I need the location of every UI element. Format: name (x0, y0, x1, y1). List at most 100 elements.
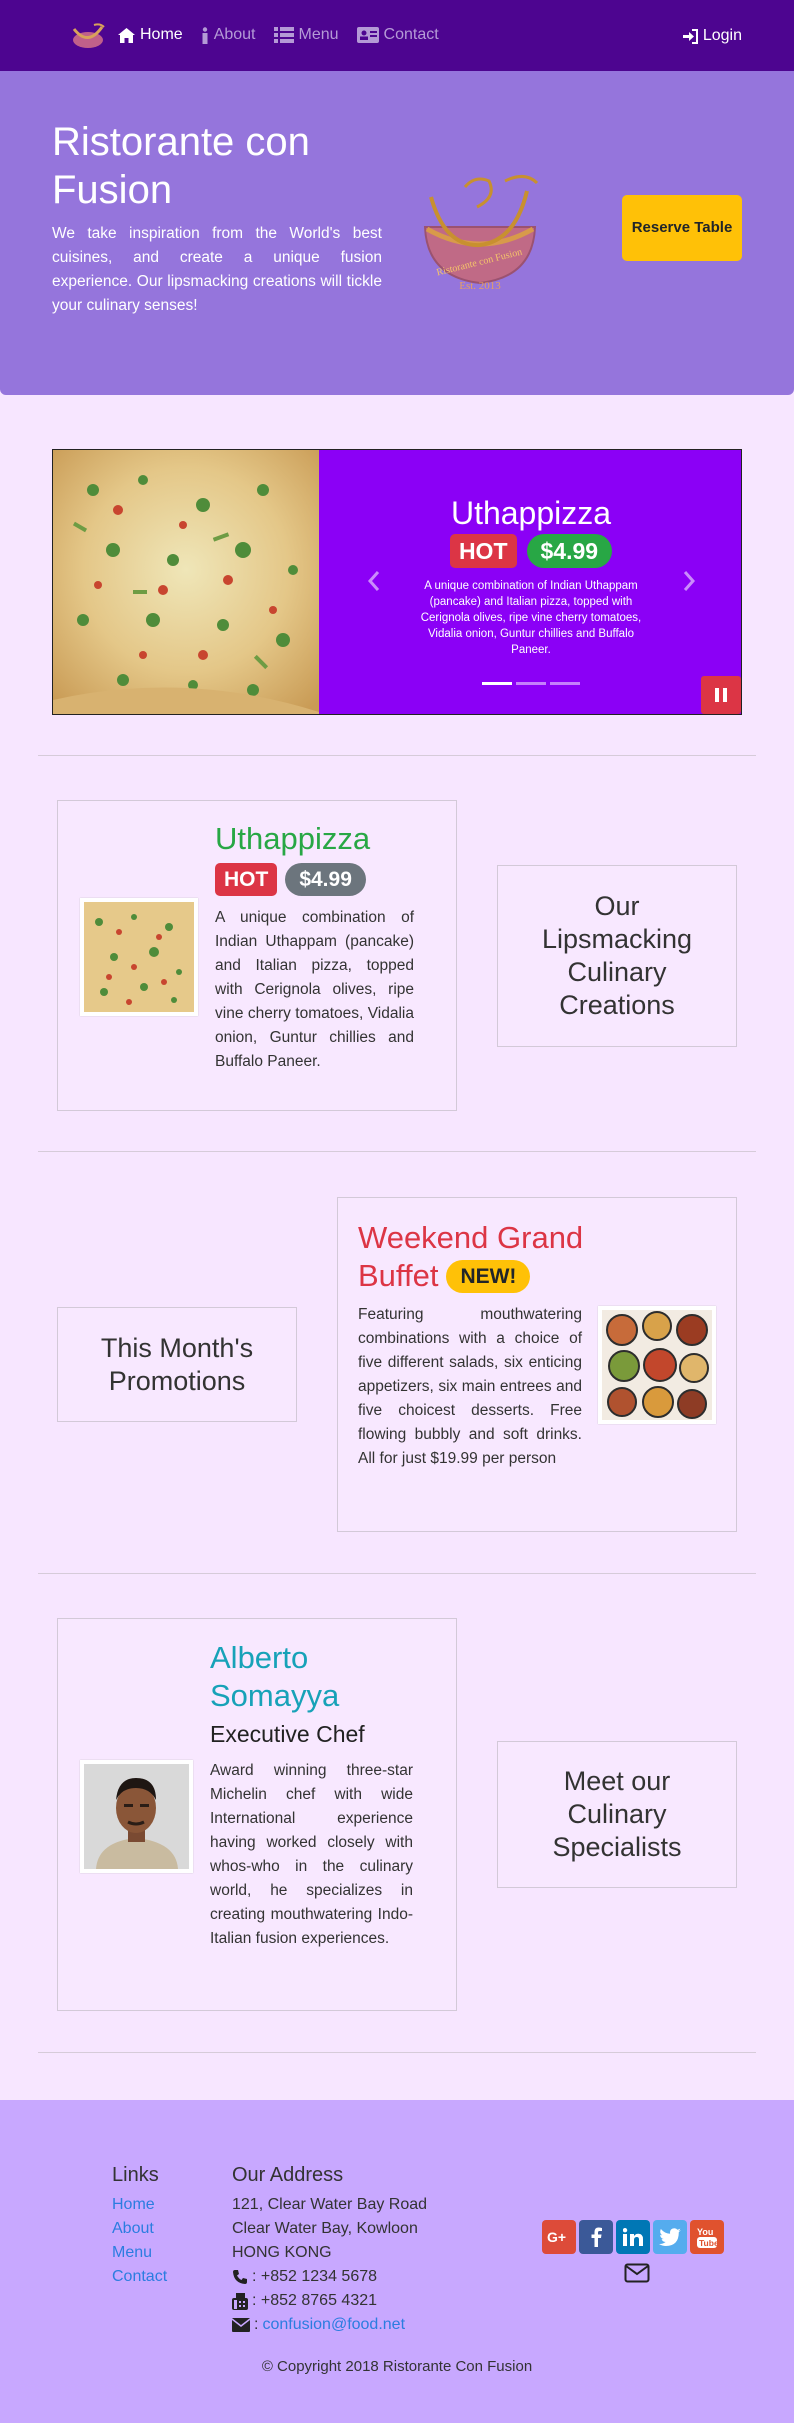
dish-badges: HOT $4.99 (215, 863, 366, 896)
carousel-next-button[interactable] (679, 570, 699, 594)
divider (38, 2052, 756, 2053)
new-badge: NEW! (446, 1259, 531, 1293)
dish-description: A unique combination of Indian Uthappam … (215, 909, 414, 1070)
footer-link-home[interactable]: Home (112, 2193, 155, 2218)
dish-section-label-text: Our Lipsmacking Culinary Creations (541, 891, 693, 1020)
dish-image (80, 898, 198, 1016)
navbar: Home About Menu Contact Login (0, 0, 794, 71)
address-line: HONG KONG (232, 2244, 332, 2261)
jumbotron: Ristorante con Fusion We take inspiratio… (0, 71, 794, 395)
jumbotron-text: We take inspiration from the World's bes… (52, 225, 382, 314)
address-card-icon (356, 27, 379, 44)
promotion-title-row: Buffet NEW! (358, 1257, 531, 1295)
carousel: Uthappizza HOT $4.99 A unique combinatio… (52, 449, 742, 715)
youtube-button[interactable]: You Tube (690, 2220, 724, 2254)
carousel-text: A unique combination of Indian Uthappam … (420, 580, 642, 656)
list-icon (273, 27, 294, 44)
address-line: Clear Water Bay, Kowloon (232, 2220, 418, 2237)
dish-section-label: Our Lipsmacking Culinary Creations (497, 865, 737, 1047)
twitter-icon (659, 2228, 681, 2246)
email-line: : confusion@food.net (232, 2313, 405, 2338)
carousel-image (53, 450, 319, 714)
carousel-caption: Uthappizza HOT $4.99 A unique combinatio… (319, 450, 741, 714)
nav-about[interactable]: About (201, 23, 256, 48)
carousel-prev-button[interactable] (364, 570, 384, 594)
nav-home-label: Home (140, 26, 183, 44)
promotion-description: Featuring mouthwatering combinations wit… (358, 1306, 582, 1467)
facebook-button[interactable] (579, 2220, 613, 2254)
pause-icon (715, 688, 727, 702)
leader-image (80, 1760, 193, 1873)
nav-contact-label: Contact (383, 26, 439, 44)
carousel-indicator[interactable] (482, 682, 512, 685)
dish-hot-badge: HOT (215, 863, 278, 896)
email-prefix: : (254, 2316, 259, 2333)
copyright: © Copyright 2018 Ristorante Con Fusion (261, 2358, 533, 2375)
carousel-indicator[interactable] (550, 682, 580, 685)
envelope-icon (232, 2318, 250, 2333)
promotion-title-line2: Buffet (358, 1258, 439, 1293)
leader-description: Award winning three-star Michelin chef w… (210, 1762, 413, 1947)
facebook-icon (591, 2227, 602, 2247)
logo-est: Est. 2013 (459, 280, 501, 292)
svg-text:G+: G+ (547, 2229, 566, 2245)
fax-line: : +852 8765 4321 (232, 2289, 377, 2314)
carousel-pause-button[interactable] (701, 676, 741, 714)
nav-home[interactable]: Home (118, 23, 183, 48)
divider (38, 755, 756, 756)
google-plus-icon: G+ (547, 2229, 566, 2245)
jumbotron-title: Ristorante con Fusion (52, 120, 310, 212)
hot-badge: HOT (449, 534, 517, 568)
leader-card: Alberto Somayya Executive Chef Award win… (57, 1618, 457, 2011)
nav-menu-label: Menu (298, 26, 339, 44)
phone-number: : +852 1234 5678 (252, 2268, 378, 2285)
restaurant-logo: Ristorante con Fusion Est. 2013 (423, 175, 539, 292)
brand-logo-icon[interactable] (66, 21, 110, 51)
login-label: Login (702, 27, 742, 44)
home-icon (118, 27, 135, 43)
footer-link-contact[interactable]: Contact (112, 2265, 167, 2290)
carousel-title: Uthappizza (450, 495, 612, 531)
nav-menu[interactable]: Menu (273, 23, 339, 48)
carousel-indicator[interactable] (516, 682, 546, 685)
promotion-title-line1: Weekend Grand (358, 1220, 584, 1255)
envelope-outline-icon (624, 2263, 650, 2283)
footer-mail-button[interactable] (624, 2263, 650, 2285)
dish-card: Uthappizza HOT $4.99 A unique combinatio… (57, 800, 457, 1111)
google-plus-button[interactable]: G+ (542, 2220, 576, 2254)
address-line: 121, Clear Water Bay Road (232, 2196, 428, 2213)
dish-price-badge: $4.99 (285, 863, 366, 896)
promotion-image (598, 1306, 716, 1424)
login-button[interactable]: Login (682, 24, 742, 49)
footer-link-about[interactable]: About (112, 2217, 154, 2242)
promotion-section-label: This Month's Promotions (57, 1307, 297, 1422)
chevron-right-icon (683, 571, 696, 591)
youtube-icon: YouTube (697, 2227, 718, 2248)
footer-links-title: Links (112, 2164, 159, 2186)
carousel-badges: HOT $4.99 (319, 534, 741, 568)
reserve-table-button[interactable]: Reserve Table (622, 195, 742, 261)
footer-address-title: Our Address (232, 2164, 344, 2186)
dish-title: Uthappizza (215, 821, 371, 856)
footer-link-menu[interactable]: Menu (112, 2241, 152, 2266)
nav-contact[interactable]: Contact (356, 23, 439, 48)
leader-section-label-text: Meet our Culinary Specialists (552, 1766, 682, 1862)
linkedin-icon (623, 2228, 643, 2246)
price-badge: $4.99 (526, 534, 613, 568)
carousel-indicators (319, 682, 741, 685)
phone-line: : +852 1234 5678 (232, 2265, 377, 2290)
divider (38, 1573, 756, 1574)
chevron-left-icon (367, 571, 380, 591)
promotion-card: Weekend Grand Buffet NEW! Featuring mout… (337, 1197, 737, 1532)
leader-designation: Executive Chef (210, 1721, 365, 1747)
info-icon (202, 27, 208, 44)
phone-icon (233, 2270, 247, 2285)
email-link[interactable]: confusion@food.net (262, 2313, 405, 2338)
fax-number: : +852 8765 4321 (252, 2292, 378, 2309)
fax-icon (232, 2292, 248, 2310)
page: Home About Menu Contact Login Ristorante… (0, 0, 794, 2423)
svg-text:You: You (697, 2227, 713, 2237)
twitter-button[interactable] (653, 2220, 687, 2254)
linkedin-button[interactable] (616, 2220, 650, 2254)
promotion-section-label-text: This Month's Promotions (100, 1332, 254, 1396)
